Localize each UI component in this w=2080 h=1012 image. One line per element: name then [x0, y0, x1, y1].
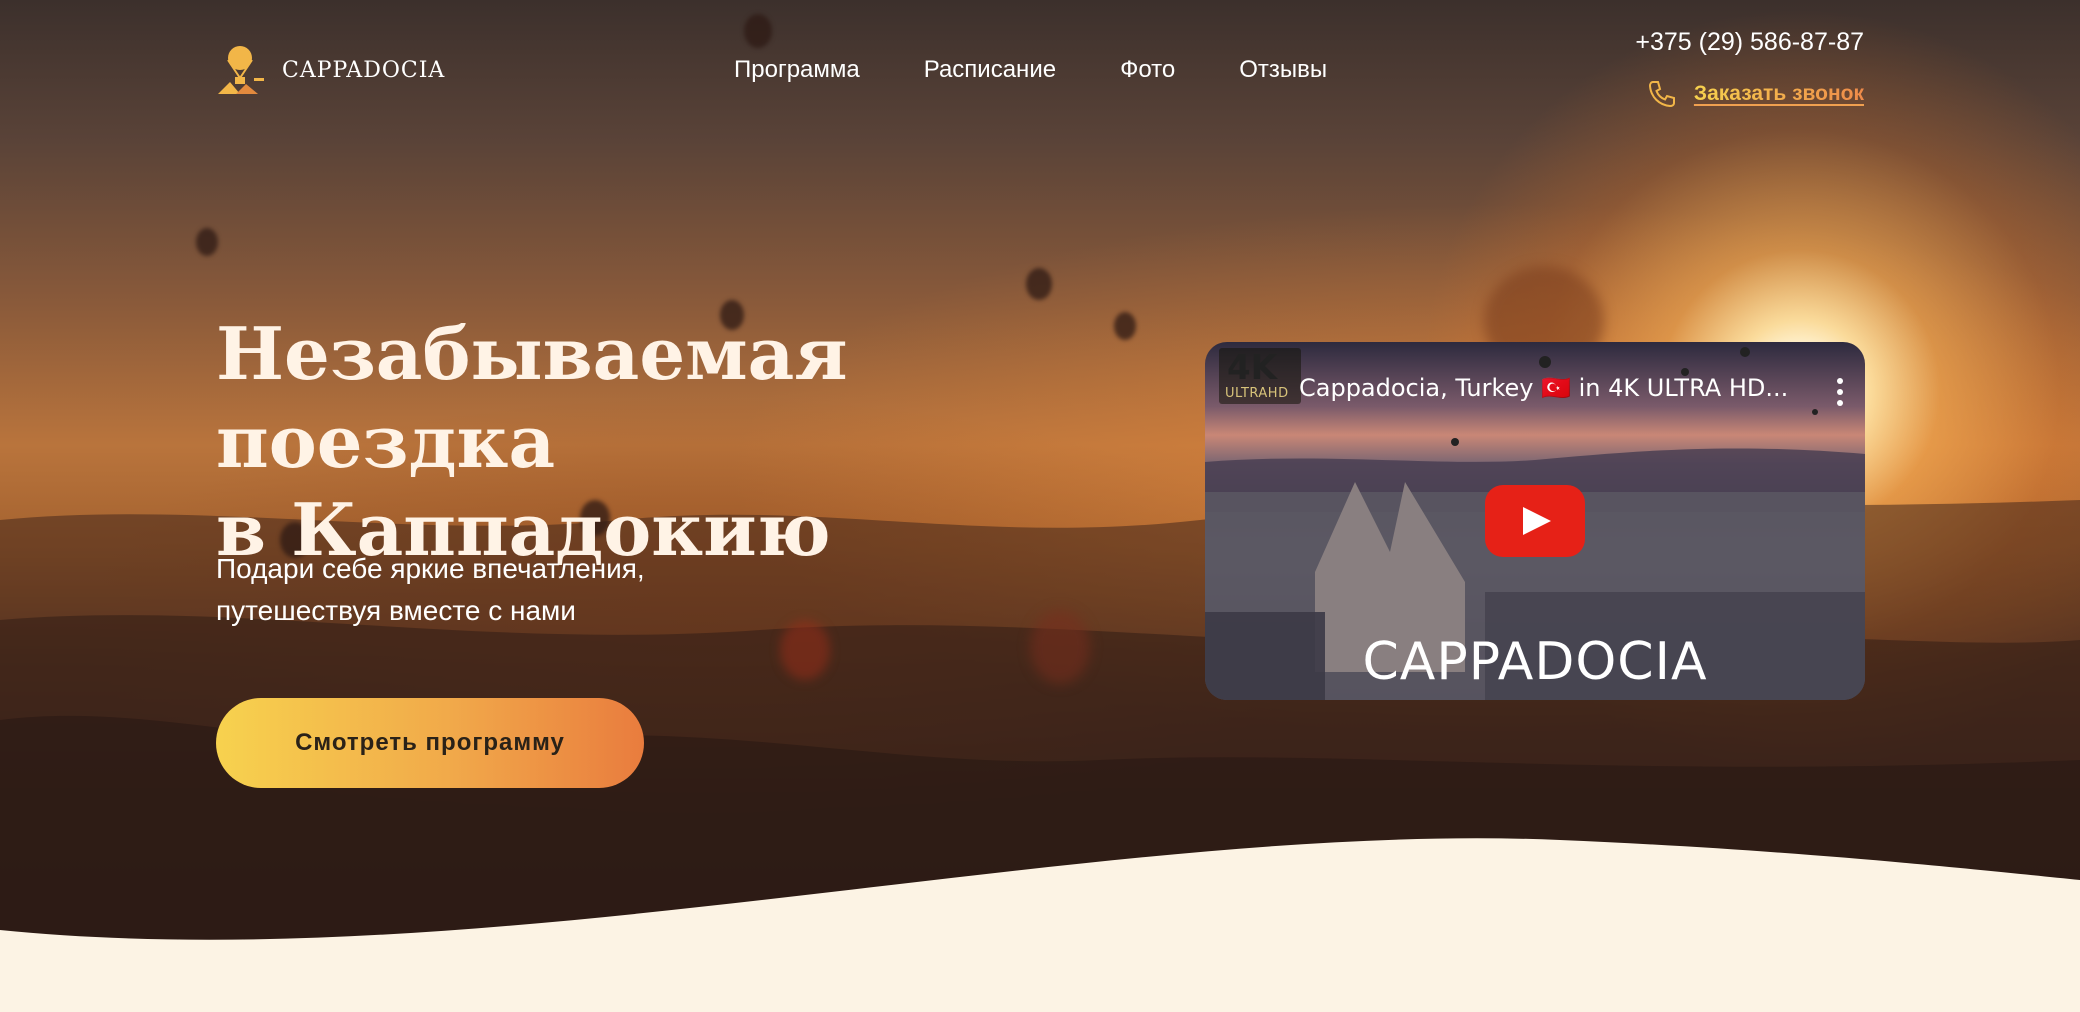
- phone-icon: [1648, 81, 1675, 108]
- balloon: [196, 228, 218, 256]
- hero-subtitle-line-1: Подари себе яркие впечатления,: [216, 553, 645, 584]
- balloon: [1026, 268, 1052, 300]
- nav-item-photo[interactable]: Фото: [1120, 56, 1175, 84]
- hero-title: Незабываемая поездка в Каппадокию: [216, 310, 1176, 574]
- callback[interactable]: Заказать звонок: [1646, 78, 1864, 110]
- brand-name: CAPPADOCIA: [282, 57, 446, 83]
- nav-item-reviews[interactable]: Отзывы: [1239, 56, 1327, 84]
- badge-ultrahd-text: ULTRAHD: [1225, 386, 1289, 401]
- hero-subtitle: Подари себе яркие впечатления, путешеств…: [216, 548, 816, 632]
- quality-badge: 4K ULTRAHD: [1219, 348, 1301, 404]
- logo-icon: [218, 46, 264, 94]
- video-caption: CAPPADOCIA: [1362, 632, 1708, 692]
- badge-4k-text: 4K: [1227, 348, 1278, 388]
- video-title[interactable]: Cappadocia, Turkey 🇹🇷 in 4K ULTRA HD...: [1299, 374, 1788, 402]
- phone-number[interactable]: +375 (29) 586-87-87: [1635, 28, 1864, 57]
- more-vert-icon[interactable]: [1837, 378, 1843, 411]
- balloon: [744, 14, 772, 48]
- hero-title-line-1: Незабываемая поездка: [216, 311, 848, 484]
- play-icon[interactable]: [1485, 485, 1585, 557]
- nav-item-schedule[interactable]: Расписание: [924, 56, 1056, 84]
- balloon: [1030, 610, 1090, 684]
- hero-subtitle-line-2: путешествуя вместе с нами: [216, 595, 576, 626]
- wave-divider: [0, 838, 2080, 1012]
- callback-link[interactable]: Заказать звонок: [1694, 82, 1864, 106]
- nav-item-program[interactable]: Программа: [734, 56, 860, 84]
- view-program-button[interactable]: Смотреть программу: [216, 698, 644, 788]
- main-nav: Программа Расписание Фото Отзывы: [734, 56, 1327, 84]
- logo[interactable]: CAPPADOCIA: [216, 44, 445, 96]
- video-player[interactable]: 4K ULTRAHD Cappadocia, Turkey 🇹🇷 in 4K U…: [1205, 342, 1865, 700]
